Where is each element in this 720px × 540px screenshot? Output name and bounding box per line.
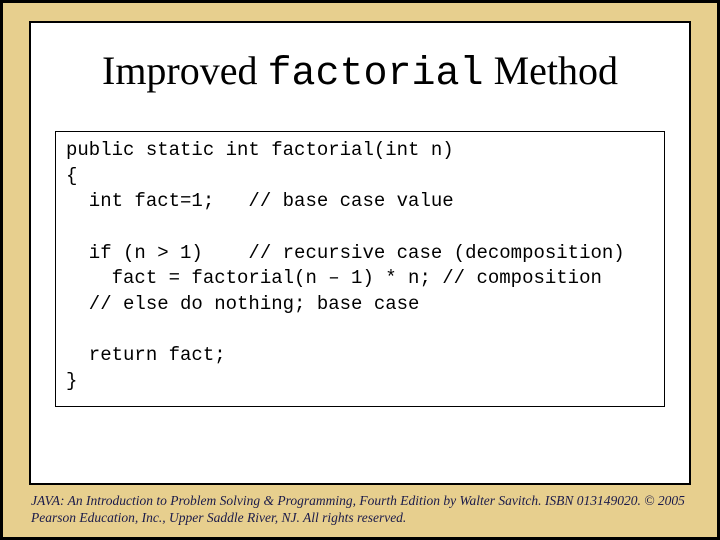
slide-body: Improved factorial Method public static … xyxy=(29,21,691,485)
title-part2: Method xyxy=(484,48,618,93)
slide-frame: Improved factorial Method public static … xyxy=(0,0,720,540)
title-code-word: factorial xyxy=(268,52,484,97)
slide-title: Improved factorial Method xyxy=(55,47,665,97)
code-listing: public static int factorial(int n) { int… xyxy=(55,131,665,407)
copyright-footer: JAVA: An Introduction to Problem Solving… xyxy=(31,493,689,527)
title-part1: Improved xyxy=(102,48,268,93)
